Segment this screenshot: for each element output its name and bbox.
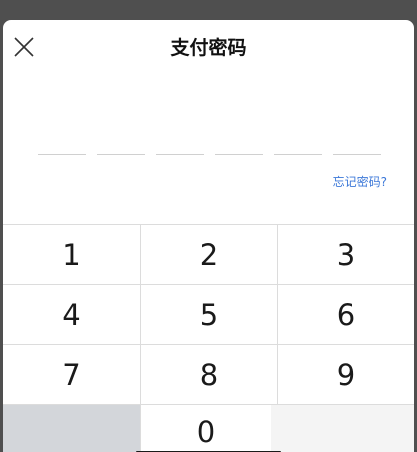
pin-slot <box>38 154 86 155</box>
pin-slot <box>274 154 322 155</box>
blank-key-left <box>3 405 140 452</box>
key-5[interactable]: 5 <box>141 285 277 344</box>
forgot-password-link[interactable]: 忘记密码? <box>333 174 387 190</box>
payment-password-sheet: 支付密码 忘记密码? 1 2 3 4 5 6 7 8 9 0 <box>3 20 414 452</box>
key-9[interactable]: 9 <box>278 345 414 404</box>
key-3[interactable]: 3 <box>278 225 414 284</box>
page-title: 支付密码 <box>170 37 247 59</box>
key-1[interactable]: 1 <box>3 225 140 284</box>
key-8[interactable]: 8 <box>141 345 277 404</box>
key-4[interactable]: 4 <box>3 285 140 344</box>
pin-slot <box>97 154 145 155</box>
keypad-divider <box>3 404 414 405</box>
pin-slot <box>215 154 263 155</box>
pin-input[interactable] <box>38 154 384 158</box>
blank-key-right <box>271 405 414 452</box>
pin-slot <box>156 154 204 155</box>
key-0[interactable]: 0 <box>141 411 271 452</box>
sheet-header: 支付密码 <box>3 20 414 80</box>
key-7[interactable]: 7 <box>3 345 140 404</box>
pin-slot <box>333 154 381 155</box>
key-6[interactable]: 6 <box>278 285 414 344</box>
key-2[interactable]: 2 <box>141 225 277 284</box>
numeric-keypad: 1 2 3 4 5 6 7 8 9 0 <box>3 224 414 452</box>
